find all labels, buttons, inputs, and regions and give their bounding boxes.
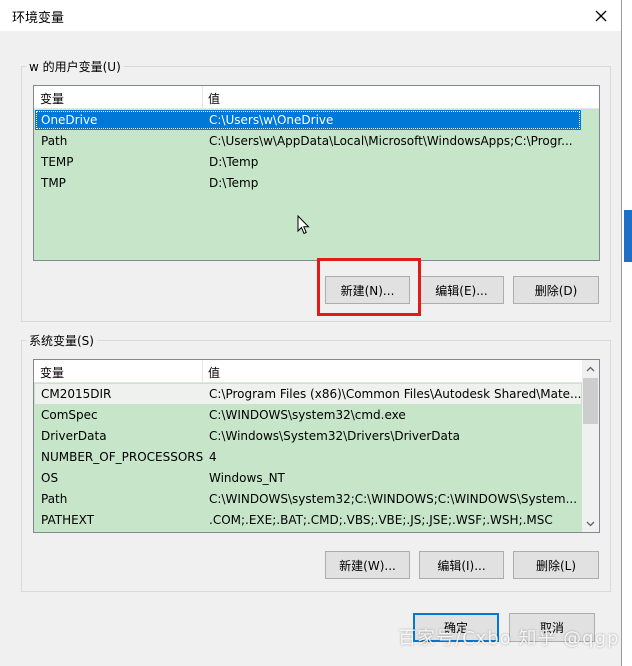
variable-name: OS bbox=[41, 471, 59, 485]
column-separator[interactable] bbox=[202, 86, 203, 108]
close-icon bbox=[595, 10, 607, 21]
list-item-number-of-processors[interactable]: NUMBER_OF_PROCESSORS 4 bbox=[35, 447, 581, 467]
user-edit-button[interactable]: 编辑(E)... bbox=[419, 276, 504, 304]
variable-value: D:\Temp bbox=[209, 176, 259, 190]
list-item-temp[interactable]: TEMP D:\Temp bbox=[35, 152, 581, 172]
variable-value: C:\WINDOWS\system32;C:\WINDOWS;C:\WINDOW… bbox=[209, 492, 578, 506]
list-item-path[interactable]: Path C:\Users\w\AppData\Local\Microsoft\… bbox=[35, 131, 581, 151]
user-variables-label: w 的用户变量(U) bbox=[26, 58, 124, 75]
column-header-name[interactable]: 变量 bbox=[40, 364, 64, 381]
environment-variables-dialog: 环境变量 w 的用户变量(U) 变量 值 OneDrive C:\Users\w… bbox=[0, 0, 622, 666]
column-header-value[interactable]: 值 bbox=[208, 90, 220, 107]
variable-name: NUMBER_OF_PROCESSORS bbox=[41, 450, 204, 464]
variable-name: OneDrive bbox=[41, 113, 98, 127]
variable-value: .COM;.EXE;.BAT;.CMD;.VBS;.VBE;.JS;.JSE;.… bbox=[209, 513, 553, 527]
chevron-down-icon bbox=[586, 521, 595, 526]
list-header: 变量 值 bbox=[34, 86, 599, 109]
variable-value: Windows_NT bbox=[209, 471, 285, 485]
list-header: 变量 值 bbox=[34, 360, 582, 383]
variable-name: TMP bbox=[41, 176, 66, 190]
background-window-strip bbox=[622, 0, 632, 666]
list-item-onedrive[interactable]: OneDrive C:\Users\w\OneDrive bbox=[35, 110, 581, 130]
scroll-up-button[interactable] bbox=[582, 360, 599, 377]
list-item-driverdata[interactable]: DriverData C:\Windows\System32\Drivers\D… bbox=[35, 426, 581, 446]
highlight-annotation bbox=[317, 258, 421, 316]
chevron-up-icon bbox=[586, 366, 595, 371]
variable-name: CM2015DIR bbox=[41, 387, 112, 401]
system-variables-list[interactable]: 变量 值 CM2015DIR C:\Program Files (x86)\Co… bbox=[33, 359, 600, 533]
dialog-title: 环境变量 bbox=[12, 11, 65, 26]
column-header-value[interactable]: 值 bbox=[208, 364, 220, 381]
column-separator[interactable] bbox=[202, 360, 203, 382]
scrollbar-thumb[interactable] bbox=[583, 378, 598, 424]
variable-value: C:\Users\w\OneDrive bbox=[209, 113, 334, 127]
system-delete-button[interactable]: 删除(L) bbox=[513, 551, 599, 579]
system-edit-button[interactable]: 编辑(I)... bbox=[419, 551, 504, 579]
variable-name: TEMP bbox=[41, 155, 74, 169]
list-item-pathext[interactable]: PATHEXT .COM;.EXE;.BAT;.CMD;.VBS;.VBE;.J… bbox=[35, 510, 581, 530]
column-header-name[interactable]: 变量 bbox=[40, 90, 64, 107]
user-delete-button[interactable]: 删除(D) bbox=[513, 276, 599, 304]
scroll-down-button[interactable] bbox=[582, 515, 599, 532]
list-item-cm2015dir[interactable]: CM2015DIR C:\Program Files (x86)\Common … bbox=[35, 384, 581, 404]
system-new-button[interactable]: 新建(W)... bbox=[325, 551, 410, 579]
background-window-accent bbox=[624, 210, 632, 262]
variable-value: C:\Users\w\AppData\Local\Microsoft\Windo… bbox=[209, 134, 573, 148]
variable-name: PATHEXT bbox=[41, 513, 95, 527]
watermark: 百家号/Cxbo 知乎 @qgp bbox=[398, 628, 620, 649]
variable-value: C:\WINDOWS\system32\cmd.exe bbox=[209, 408, 406, 422]
list-item-os[interactable]: OS Windows_NT bbox=[35, 468, 581, 488]
variable-value: D:\Temp bbox=[209, 155, 259, 169]
user-variables-list[interactable]: 变量 值 OneDrive C:\Users\w\OneDrive Path C… bbox=[33, 85, 600, 261]
mouse-cursor-icon bbox=[297, 215, 310, 235]
list-item-path[interactable]: Path C:\WINDOWS\system32;C:\WINDOWS;C:\W… bbox=[35, 489, 581, 509]
variable-name: ComSpec bbox=[41, 408, 98, 422]
list-item-tmp[interactable]: TMP D:\Temp bbox=[35, 173, 581, 193]
variable-value: C:\Windows\System32\Drivers\DriverData bbox=[209, 429, 460, 443]
vertical-scrollbar[interactable] bbox=[582, 360, 599, 532]
variable-value: C:\Program Files (x86)\Common Files\Auto… bbox=[209, 387, 582, 401]
variable-name: Path bbox=[41, 492, 68, 506]
list-item-comspec[interactable]: ComSpec C:\WINDOWS\system32\cmd.exe bbox=[35, 405, 581, 425]
system-variables-label: 系统变量(S) bbox=[26, 332, 97, 349]
close-button[interactable] bbox=[581, 0, 621, 31]
variable-value: 4 bbox=[209, 450, 217, 464]
variable-name: Path bbox=[41, 134, 68, 148]
title-bar: 环境变量 bbox=[0, 0, 621, 31]
variable-name: DriverData bbox=[41, 429, 107, 443]
